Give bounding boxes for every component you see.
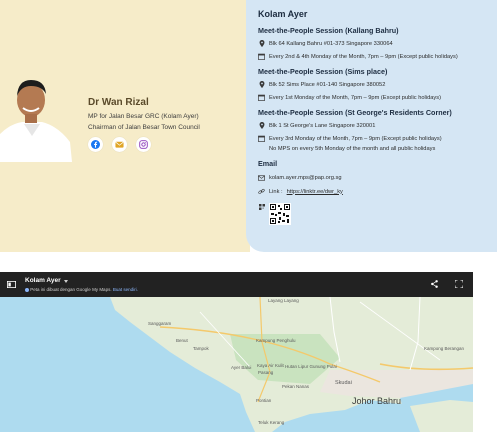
- linktree-link[interactable]: https://linktr.ee/dwr_ky: [287, 189, 343, 195]
- session-address: Blk 1 St George's Lane Singapore 320001: [258, 122, 375, 129]
- map-header-bar: Kolam Ayer Peta ini dibuat dengan Google…: [0, 272, 473, 297]
- session-schedule-text: Every 3rd Monday of the Month, 7pm – 9pm…: [269, 135, 442, 142]
- map-label-benut: Benut: [176, 338, 188, 343]
- email-heading: Email: [258, 159, 278, 168]
- map-label-layang: Layang Layang: [268, 298, 299, 303]
- share-icon[interactable]: [431, 280, 438, 288]
- session-address-text: Blk 52 Sims Place #01-140 Singapore 3800…: [269, 81, 386, 88]
- mp-role-line-1: MP for Jalan Besar GRC (Kolam Ayer): [88, 113, 199, 120]
- map-label-pontian: Pontian: [256, 398, 272, 403]
- map-label-skudai: Skudai: [335, 380, 352, 386]
- map-label-tampok: Tampok: [193, 346, 209, 351]
- mp-portrait: [0, 72, 72, 162]
- session-address: Blk 64 Kallang Bahru #01-373 Singapore 3…: [258, 40, 393, 47]
- location-pin-icon: [258, 81, 265, 88]
- facebook-icon: [91, 140, 100, 149]
- map-label-ayer-baloi: Ayer Baloi: [231, 365, 252, 370]
- session-schedule-text: Every 2nd & 4th Monday of the Month, 7pm…: [269, 53, 458, 60]
- map-create-own-link[interactable]: Buat sendiri.: [113, 287, 138, 292]
- session-schedule: Every 1st Monday of the Month, 7pm – 9pm…: [258, 94, 441, 101]
- info-dot-icon: [25, 287, 29, 292]
- email-row: kolam.ayer.mps@pap.org.sg: [258, 174, 341, 181]
- qr-row: [258, 203, 291, 225]
- social-links: [88, 137, 151, 152]
- map-label-hutan: Hutan Lipur Gunung Pulai: [285, 364, 337, 369]
- map-notice-text: Peta ini dibuat dengan Google My Maps.: [30, 287, 112, 292]
- session-address: Blk 52 Sims Place #01-140 Singapore 3800…: [258, 81, 385, 88]
- facebook-button[interactable]: [88, 137, 103, 152]
- envelope-icon: [258, 174, 265, 181]
- email-icon: [115, 141, 124, 148]
- qr-code-icon: [258, 203, 265, 210]
- session-note: No MPS on every 5th Monday of the month …: [269, 146, 435, 152]
- qr-code-image: [269, 203, 291, 225]
- map-label-johor-bahru: Johor Bahru: [352, 396, 402, 406]
- location-pin-icon: [258, 40, 265, 47]
- session-note-text: No MPS on every 5th Monday of the month …: [269, 146, 436, 152]
- session-schedule-text: Every 1st Monday of the Month, 7pm – 9pm…: [269, 94, 441, 101]
- session-address-text: Blk 64 Kallang Bahru #01-373 Singapore 3…: [269, 40, 393, 47]
- mp-profile-panel: Dr Wan Rizal MP for Jalan Besar GRC (Kol…: [0, 0, 250, 252]
- map-label-kampung: Kampung Penghulu: [256, 338, 296, 343]
- mp-role-line-2: Chairman of Jalan Besar Town Council: [88, 124, 200, 131]
- mp-name: Dr Wan Rizal: [88, 97, 149, 108]
- map-label-teluk: Teluk Kerang: [258, 420, 285, 425]
- link-label: Link :: [269, 188, 283, 195]
- fullscreen-icon[interactable]: [455, 280, 463, 288]
- session-address-text: Blk 1 St George's Lane Singapore 320001: [269, 122, 376, 129]
- map-title: Kolam Ayer: [25, 277, 61, 284]
- map-label-pekan-nanas: Pekan Nanas: [282, 384, 310, 389]
- instagram-icon: [139, 140, 148, 149]
- map-label-kampung-east: Kampong Berangan: [424, 346, 465, 351]
- session-heading-st-georges: Meet-the-People Session (St George's Res…: [258, 108, 452, 117]
- session-heading-kallang-bahru: Meet-the-People Session (Kallang Bahru): [258, 26, 399, 35]
- location-pin-icon: [258, 122, 265, 129]
- map-legend-toggle-icon[interactable]: [7, 281, 16, 288]
- session-heading-sims-place: Meet-the-People Session (Sims place): [258, 67, 388, 76]
- session-schedule: Every 2nd & 4th Monday of the Month, 7pm…: [258, 53, 458, 60]
- link-row: Link : https://linktr.ee/dwr_ky: [258, 188, 343, 195]
- calendar-icon: [258, 135, 265, 142]
- map-notice: Peta ini dibuat dengan Google My Maps. B…: [25, 287, 138, 292]
- instagram-button[interactable]: [136, 137, 151, 152]
- contact-title: Kolam Ayer: [258, 9, 308, 19]
- google-my-maps-embed[interactable]: Kolam Ayer Peta ini dibuat dengan Google…: [0, 272, 473, 432]
- link-icon: [258, 188, 265, 195]
- map-label-sanggaram: Sanggaram: [148, 321, 172, 326]
- calendar-icon: [258, 94, 265, 101]
- page: Dr Wan Rizal MP for Jalan Besar GRC (Kol…: [0, 0, 497, 432]
- map-title-chevron-icon[interactable]: [64, 280, 68, 283]
- email-button[interactable]: [112, 137, 127, 152]
- email-address-link[interactable]: kolam.ayer.mps@pap.org.sg: [269, 175, 341, 181]
- mp-contact-card: Dr Wan Rizal MP for Jalan Besar GRC (Kol…: [0, 0, 497, 252]
- map-label-raya: Kaya Air Kulit: [257, 363, 284, 368]
- session-schedule: Every 3rd Monday of the Month, 7pm – 9pm…: [258, 135, 442, 142]
- calendar-icon: [258, 53, 265, 60]
- map-label-pasang: Pasang: [258, 370, 274, 375]
